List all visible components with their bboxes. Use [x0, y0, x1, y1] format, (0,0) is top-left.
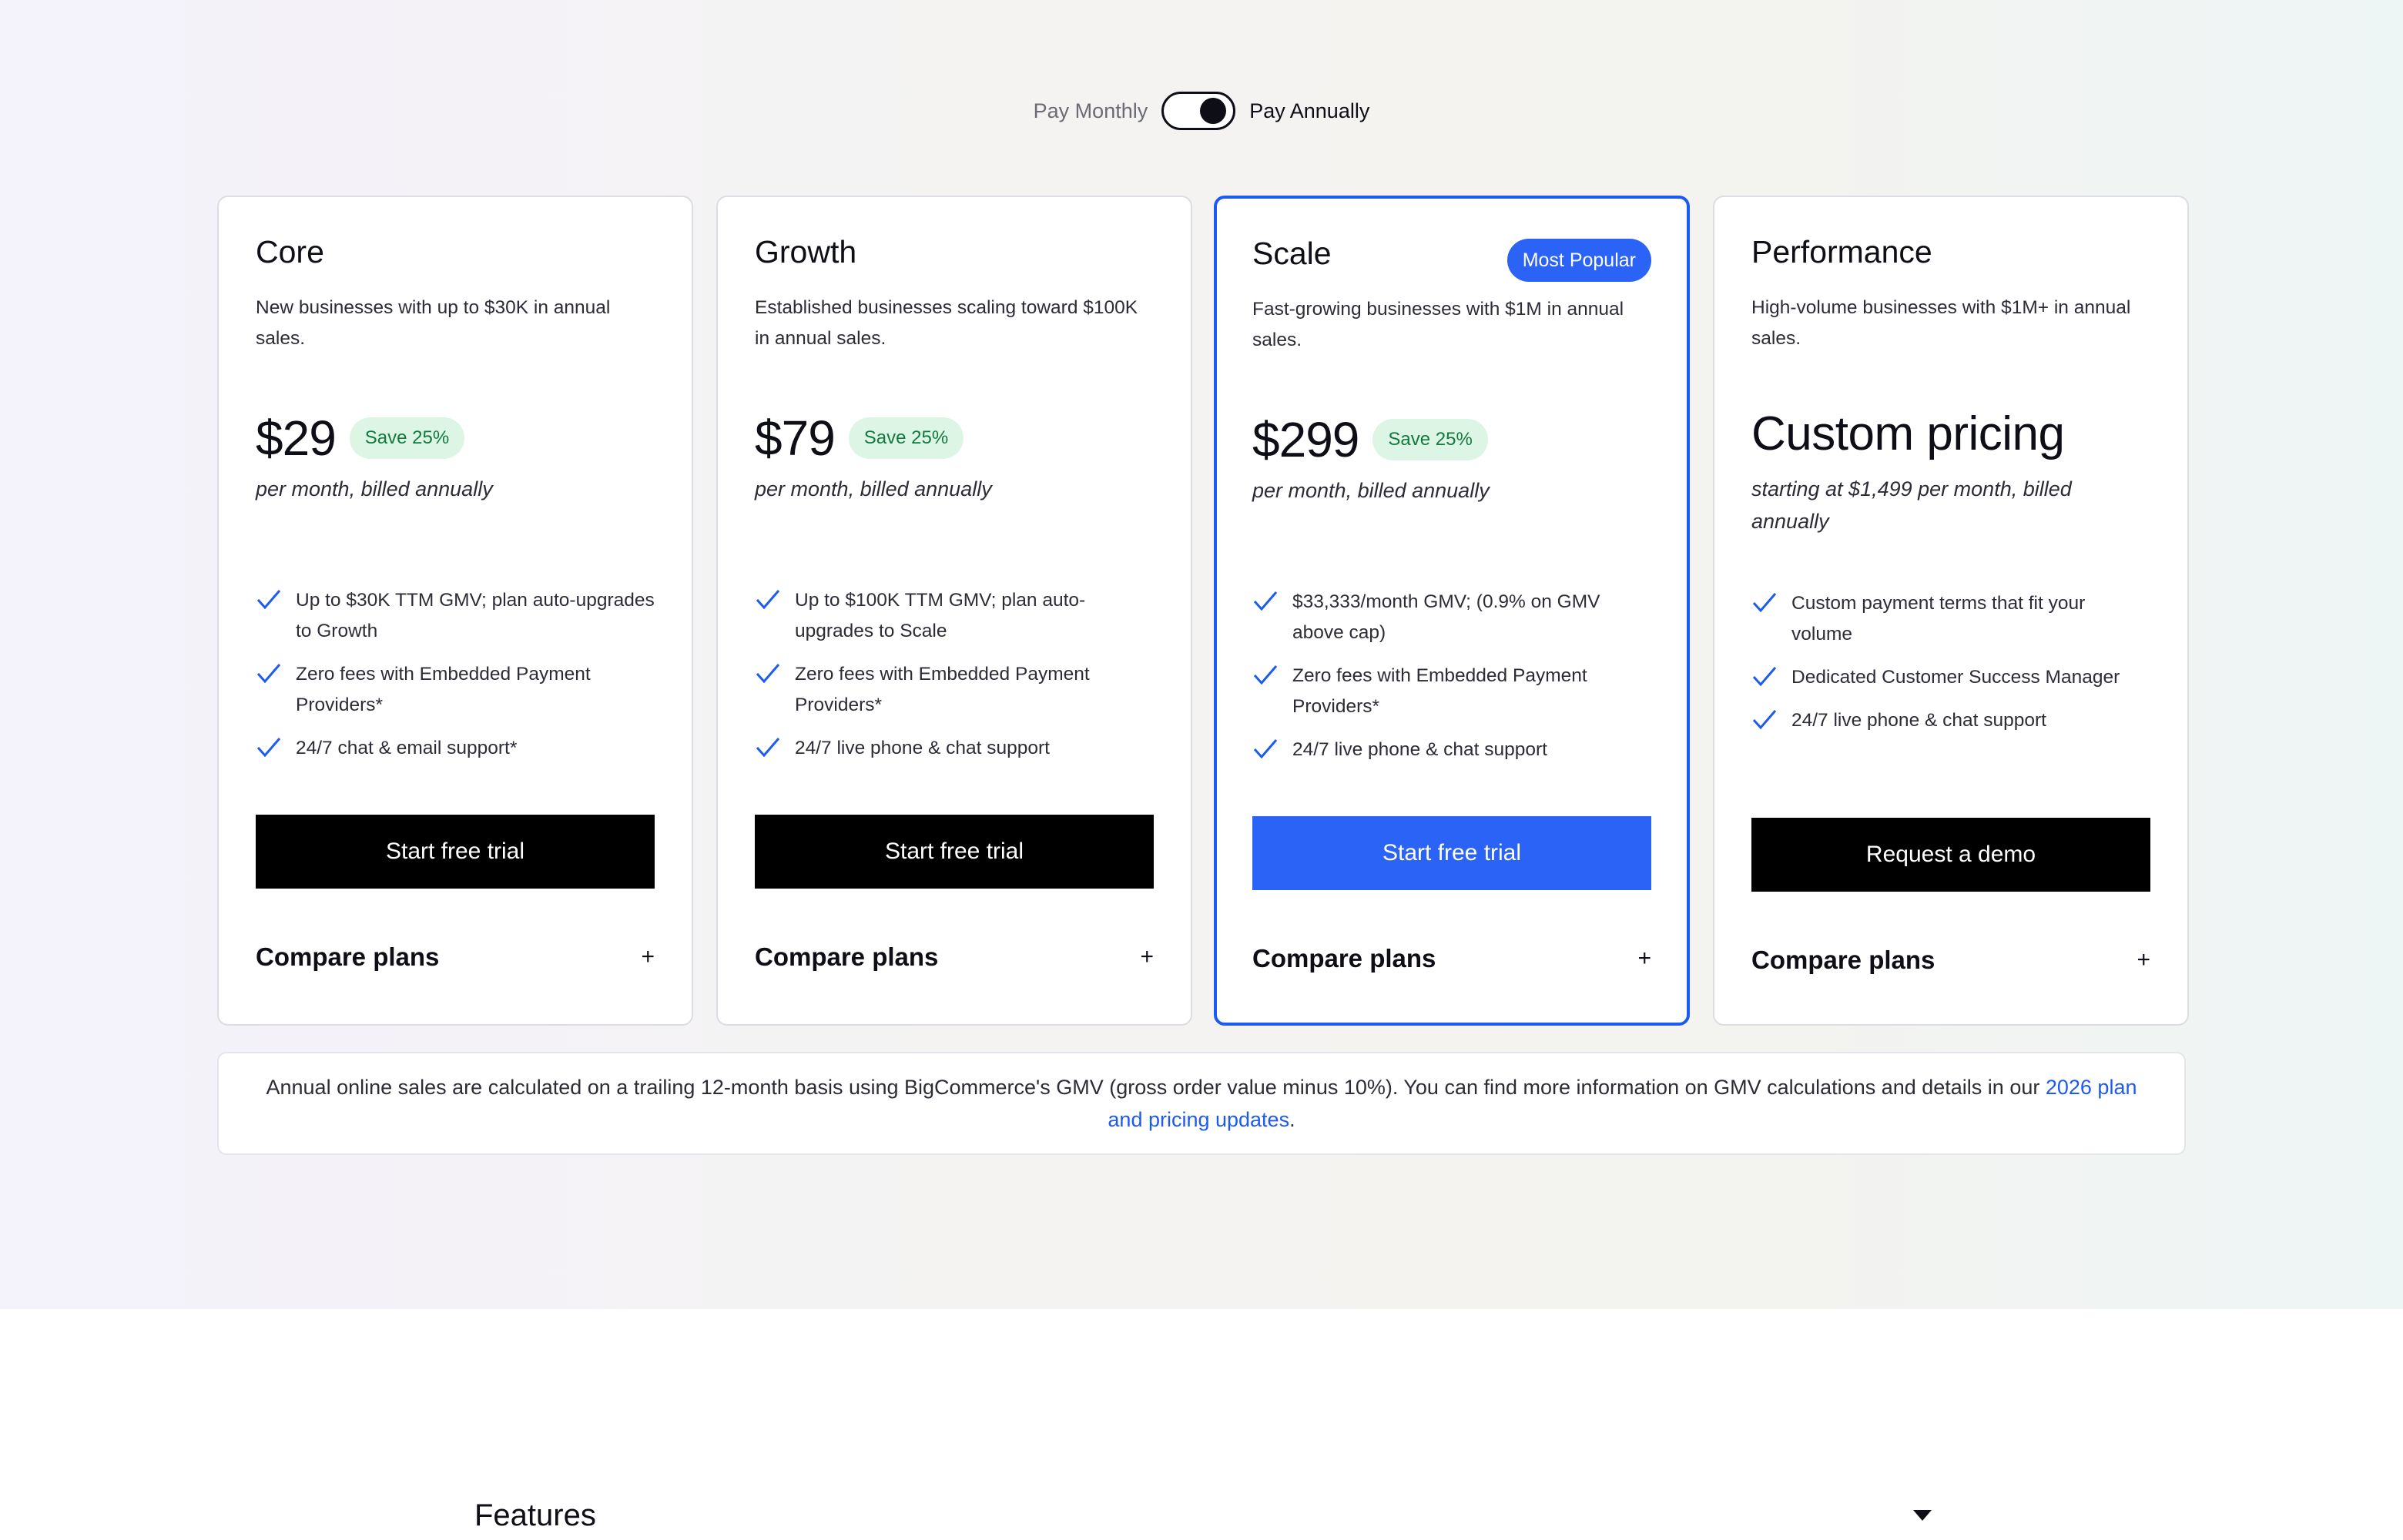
- feature-text: $33,333/month GMV; (0.9% on GMV above ca…: [1292, 591, 1600, 643]
- caret-down-icon: [1913, 1510, 1932, 1521]
- feature-item: Zero fees with Embedded Payment Provider…: [755, 659, 1154, 721]
- billing-note: per month, billed annually: [1252, 479, 1490, 502]
- plan-card-scale: Scale Most Popular Fast-growing business…: [1214, 196, 1690, 1026]
- price-row: $79 Save 25%: [755, 410, 964, 467]
- plus-icon: +: [2137, 947, 2150, 973]
- start-free-trial-button[interactable]: Start free trial: [256, 815, 655, 889]
- gmv-footnote: Annual online sales are calculated on a …: [217, 1052, 2186, 1155]
- feature-list: Custom payment terms that fit your volum…: [1751, 588, 2150, 748]
- feature-text: 24/7 live phone & chat support: [1791, 710, 2046, 731]
- compare-plans-label: Compare plans: [256, 942, 440, 971]
- plan-price: Custom pricing: [1751, 407, 2065, 460]
- start-free-trial-button[interactable]: Start free trial: [1252, 816, 1651, 890]
- feature-text: 24/7 live phone & chat support: [1292, 739, 1547, 760]
- feature-item: $33,333/month GMV; (0.9% on GMV above ca…: [1252, 587, 1651, 648]
- save-badge: Save 25%: [1372, 419, 1488, 460]
- feature-list: Up to $30K TTM GMV; plan auto-upgrades t…: [256, 585, 655, 776]
- feature-text: Up to $100K TTM GMV; plan auto-upgrades …: [795, 590, 1086, 641]
- features-accordion[interactable]: Features: [474, 1492, 1932, 1538]
- pay-annually-label[interactable]: Pay Annually: [1249, 99, 1369, 123]
- footnote-text: Annual online sales are calculated on a …: [257, 1071, 2146, 1136]
- feature-item: Up to $100K TTM GMV; plan auto-upgrades …: [755, 585, 1154, 647]
- feature-text: Zero fees with Embedded Payment Provider…: [795, 664, 1090, 715]
- save-badge: Save 25%: [349, 417, 465, 459]
- switch-knob: [1200, 98, 1227, 124]
- feature-item: 24/7 chat & email support*: [256, 733, 655, 764]
- billing-note: per month, billed annually: [755, 477, 992, 500]
- plus-icon: +: [1140, 944, 1154, 969]
- feature-text: Up to $30K TTM GMV; plan auto-upgrades t…: [296, 590, 655, 641]
- compare-plans-toggle[interactable]: Compare plans +: [256, 938, 655, 976]
- compare-plans-toggle[interactable]: Compare plans +: [755, 938, 1154, 976]
- plan-name: Scale: [1252, 236, 1332, 271]
- compare-plans-toggle[interactable]: Compare plans +: [1751, 941, 2150, 979]
- plan-description: Established businesses scaling toward $1…: [755, 297, 1138, 349]
- feature-item: 24/7 live phone & chat support: [1751, 705, 2150, 736]
- compare-plans-label: Compare plans: [1751, 946, 1935, 974]
- check-icon: [256, 590, 281, 610]
- compare-plans-label: Compare plans: [1252, 944, 1436, 973]
- check-icon: [256, 738, 281, 758]
- check-icon: [756, 664, 780, 684]
- feature-item: Zero fees with Embedded Payment Provider…: [256, 659, 655, 721]
- check-icon: [1752, 593, 1777, 613]
- compare-plans-toggle[interactable]: Compare plans +: [1252, 939, 1651, 978]
- billing-switch[interactable]: [1161, 92, 1236, 130]
- feature-text: Dedicated Customer Success Manager: [1791, 667, 2120, 688]
- check-icon: [1752, 710, 1777, 730]
- feature-text: 24/7 chat & email support*: [296, 738, 518, 758]
- billing-toggle: Pay Monthly Pay Annually: [0, 88, 2403, 134]
- footnote-body: Annual online sales are calculated on a …: [266, 1076, 2046, 1099]
- feature-item: 24/7 live phone & chat support: [755, 733, 1154, 764]
- plus-icon: +: [641, 944, 655, 969]
- compare-plans-label: Compare plans: [755, 942, 939, 971]
- feature-text: Custom payment terms that fit your volum…: [1791, 593, 2086, 644]
- check-icon: [256, 664, 281, 684]
- features-title: Features: [474, 1498, 596, 1532]
- plan-name: Core: [256, 234, 324, 270]
- save-badge: Save 25%: [848, 417, 964, 459]
- plan-price: $29: [256, 410, 337, 466]
- plan-price: $299: [1252, 412, 1359, 467]
- most-popular-badge: Most Popular: [1506, 239, 1651, 282]
- feature-text: 24/7 live phone & chat support: [795, 738, 1050, 758]
- plan-price: $79: [755, 410, 836, 466]
- feature-item: Dedicated Customer Success Manager: [1751, 662, 2150, 693]
- pay-monthly-label[interactable]: Pay Monthly: [1034, 99, 1148, 123]
- feature-text: Zero fees with Embedded Payment Provider…: [296, 664, 591, 715]
- plan-card-growth: Growth Established businesses scaling to…: [716, 196, 1192, 1026]
- feature-item: Zero fees with Embedded Payment Provider…: [1252, 661, 1651, 722]
- price-row: $299 Save 25%: [1252, 411, 1488, 468]
- check-icon: [1752, 667, 1777, 687]
- check-icon: [756, 738, 780, 758]
- plan-name: Growth: [755, 234, 857, 270]
- feature-item: 24/7 live phone & chat support: [1252, 735, 1651, 765]
- plan-card-core: Core New businesses with up to $30K in a…: [217, 196, 693, 1026]
- plus-icon: +: [1637, 946, 1651, 971]
- request-demo-button[interactable]: Request a demo: [1751, 818, 2150, 892]
- check-icon: [1253, 665, 1278, 685]
- plan-description: High-volume businesses with $1M+ in annu…: [1751, 297, 2131, 349]
- plan-name: Performance: [1751, 234, 1932, 270]
- feature-list: $33,333/month GMV; (0.9% on GMV above ca…: [1252, 587, 1651, 778]
- billing-note: starting at $1,499 per month, billed ann…: [1751, 477, 2072, 533]
- plan-description: New businesses with up to $30K in annual…: [256, 297, 611, 349]
- plan-card-performance: Performance High-volume businesses with …: [1713, 196, 2189, 1026]
- feature-item: Up to $30K TTM GMV; plan auto-upgrades t…: [256, 585, 655, 647]
- start-free-trial-button[interactable]: Start free trial: [755, 815, 1154, 889]
- plan-description: Fast-growing businesses with $1M in annu…: [1252, 299, 1624, 350]
- check-icon: [1253, 739, 1278, 759]
- price-row: $29 Save 25%: [256, 410, 465, 467]
- feature-list: Up to $100K TTM GMV; plan auto-upgrades …: [755, 585, 1154, 776]
- billing-note: per month, billed annually: [256, 477, 493, 500]
- footnote-suffix: .: [1289, 1108, 1295, 1131]
- check-icon: [1253, 591, 1278, 611]
- feature-item: Custom payment terms that fit your volum…: [1751, 588, 2150, 650]
- check-icon: [756, 590, 780, 610]
- feature-text: Zero fees with Embedded Payment Provider…: [1292, 665, 1587, 717]
